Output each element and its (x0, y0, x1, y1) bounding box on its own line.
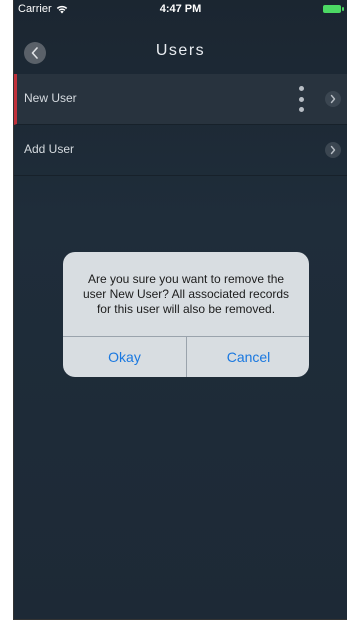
list-item-label: Add User (24, 142, 75, 156)
list-item-label: New User (24, 91, 77, 105)
more-options-icon[interactable] (297, 86, 305, 112)
list-item-add-user[interactable]: Add User (14, 125, 347, 176)
battery-icon (323, 5, 344, 13)
chevron-right-icon[interactable] (325, 91, 341, 107)
chevron-right-icon[interactable] (325, 142, 341, 158)
cancel-button[interactable]: Cancel (187, 337, 309, 377)
status-bar: Carrier 4:47 PM (14, 0, 347, 18)
page-title: Users (155, 42, 206, 59)
okay-button[interactable]: Okay (63, 337, 186, 377)
confirm-delete-dialog: Are you sure you want to remove the user… (63, 252, 309, 377)
navigation-bar: Users (14, 18, 347, 74)
dialog-message: Are you sure you want to remove the user… (82, 272, 290, 316)
list-item-new-user[interactable]: New User (14, 74, 347, 125)
app-screen: Carrier 4:47 PM Users New User Add User … (13, 0, 347, 620)
clock-time: 4:47 PM (159, 3, 202, 15)
users-list: New User Add User (14, 74, 347, 176)
